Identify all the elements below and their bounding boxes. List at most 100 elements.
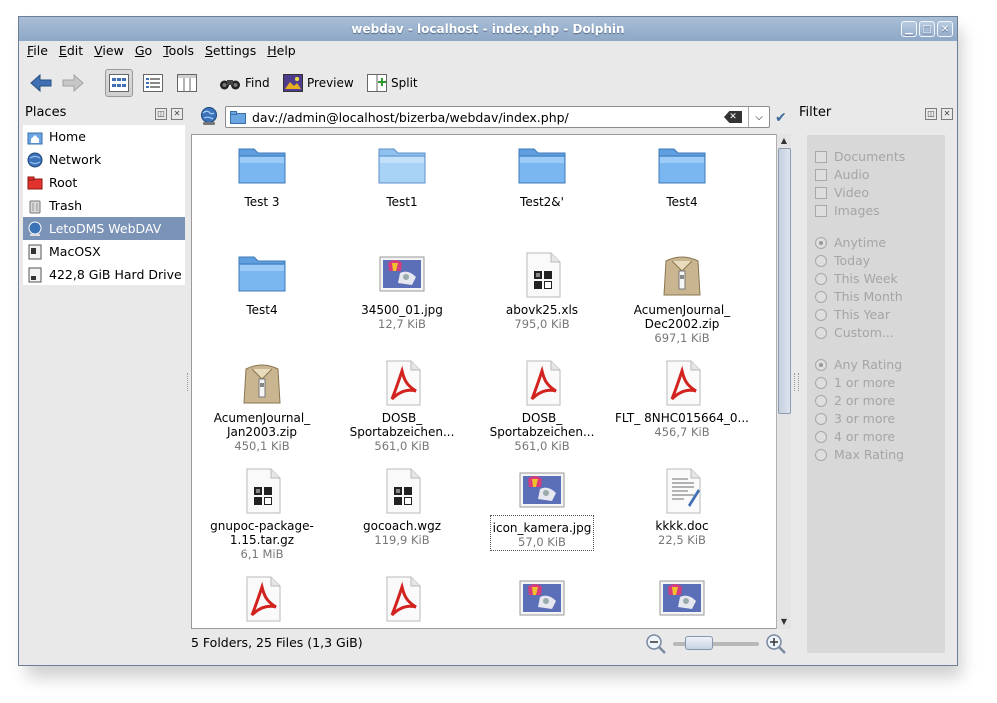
filter-date-this-week[interactable]: This Week — [815, 271, 898, 286]
filter-rating-4-or-more[interactable]: 4 or more — [815, 429, 895, 444]
preview-button[interactable]: Preview — [283, 69, 354, 97]
scroll-up-button[interactable]: ▲ — [777, 134, 791, 148]
filter-title: Filter — [799, 105, 832, 120]
zoom-slider-handle[interactable] — [685, 636, 713, 650]
clear-location-icon[interactable]: ✕ — [724, 111, 742, 123]
scroll-down-button[interactable]: ▼ — [777, 615, 791, 629]
checkbox[interactable] — [815, 150, 827, 163]
filter-date-today[interactable]: Today — [815, 253, 870, 268]
filter-splitter[interactable] — [794, 373, 799, 391]
maximize-button[interactable]: □ — [919, 21, 935, 37]
place-item-network[interactable]: Network — [23, 148, 185, 171]
radio-button[interactable] — [815, 290, 827, 303]
file-item[interactable]: gocoach.wgz 119,9 KiB — [332, 467, 472, 547]
file-name: Test2&' — [520, 195, 564, 209]
radio-button[interactable] — [815, 272, 827, 285]
filter-rating-2-or-more[interactable]: 2 or more — [815, 393, 895, 408]
file-name: kkkk.doc — [655, 519, 709, 533]
checkmark-icon[interactable]: ✔ — [775, 110, 787, 126]
file-item[interactable]: FLT_ 8NHC015664_0... 456,7 KiB — [612, 359, 752, 439]
radio-button[interactable] — [815, 394, 827, 407]
place-item-422-8-gib-hard-drive[interactable]: 422,8 GiB Hard Drive — [23, 263, 185, 286]
menu-file[interactable]: File — [27, 41, 48, 61]
place-item-home[interactable]: Home — [23, 125, 185, 148]
filter-type-images[interactable]: Images — [815, 203, 880, 218]
filter-date-this-month[interactable]: This Month — [815, 289, 903, 304]
menu-help[interactable]: Help — [267, 41, 296, 61]
place-item-macosx[interactable]: MacOSX — [23, 240, 185, 263]
radio-button[interactable] — [815, 448, 827, 461]
menu-tools[interactable]: Tools — [163, 41, 194, 61]
icons-view-button[interactable] — [105, 69, 133, 97]
menu-go[interactable]: Go — [135, 41, 152, 61]
location-dropdown-button[interactable]: ⌵ — [748, 107, 769, 127]
file-item[interactable]: N.VDA-IVE — [332, 575, 472, 628]
split-button[interactable]: Split — [367, 69, 418, 97]
filter-date-anytime[interactable]: Anytime — [815, 235, 886, 250]
filter-type-audio[interactable]: Audio — [815, 167, 870, 182]
folder-item[interactable]: Test2&' — [472, 143, 612, 209]
radio-button[interactable] — [815, 376, 827, 389]
file-item[interactable]: abovk25.xls 795,0 KiB — [472, 251, 612, 331]
zoom-in-icon[interactable] — [765, 633, 787, 655]
file-item[interactable]: paul foto JPG — [612, 575, 752, 628]
menu-edit[interactable]: Edit — [59, 41, 83, 61]
filter-close-button[interactable]: ✕ — [941, 108, 953, 120]
file-item[interactable]: kkkk.doc 22,5 KiB — [612, 467, 752, 547]
place-item-letodms-webdav[interactable]: LetoDMS WebDAV — [23, 217, 185, 240]
file-item[interactable]: DOSB_ Sportabzeichen... 561,0 KiB — [332, 359, 472, 453]
file-item[interactable]: 34500_01.jpg 12,7 KiB — [332, 251, 472, 331]
filter-type-video[interactable]: Video — [815, 185, 869, 200]
radio-button[interactable] — [815, 430, 827, 443]
file-item[interactable]: DOSB_ Sportabzeichen... 561,0 KiB — [472, 359, 612, 453]
vertical-scrollbar[interactable]: ▲ ▼ — [776, 134, 791, 629]
filter-date-this-year[interactable]: This Year — [815, 307, 890, 322]
file-item[interactable]: AcumenJournal_ Jan2003.zip 450,1 KiB — [192, 359, 332, 453]
filter-option-label: Audio — [834, 167, 870, 182]
filter-rating-max-rating[interactable]: Max Rating — [815, 447, 904, 462]
minimize-button[interactable]: ▁ — [901, 21, 917, 37]
folder-item[interactable]: Test4 — [612, 143, 752, 209]
folder-item[interactable]: Test1 — [332, 143, 472, 209]
find-button[interactable]: Find — [219, 69, 270, 97]
zoom-slider[interactable] — [673, 636, 759, 650]
menu-settings[interactable]: Settings — [205, 41, 256, 61]
filter-float-button[interactable]: ◫ — [925, 108, 937, 120]
columns-view-button[interactable] — [173, 69, 201, 97]
forward-button[interactable] — [59, 69, 87, 97]
place-item-trash[interactable]: Trash — [23, 194, 185, 217]
zoom-out-icon[interactable] — [645, 633, 667, 655]
location-path[interactable]: dav://admin@localhost/bizerba/webdav/ind… — [252, 110, 724, 125]
file-item[interactable]: N.VDA-5001 — [192, 575, 332, 628]
radio-button[interactable] — [815, 236, 827, 249]
filter-date-custom[interactable]: Custom... — [815, 325, 894, 340]
radio-button[interactable] — [815, 358, 827, 371]
filter-type-documents[interactable]: Documents — [815, 149, 905, 164]
places-float-button[interactable]: ◫ — [155, 108, 167, 120]
radio-button[interactable] — [815, 254, 827, 267]
file-item[interactable]: AcumenJournal_ Dec2002.zip 697,1 KiB — [612, 251, 752, 345]
folder-item[interactable]: Test 3 — [192, 143, 332, 209]
folder-item[interactable]: Test4 — [192, 251, 332, 317]
scrollbar-thumb[interactable] — [778, 148, 791, 414]
places-close-button[interactable]: ✕ — [171, 108, 183, 120]
file-item[interactable]: gnupoc-package- 1.15.tar.gz 6,1 MiB — [192, 467, 332, 561]
close-button[interactable]: ✕ — [937, 21, 953, 37]
back-button[interactable] — [27, 69, 55, 97]
file-item[interactable]: noth5086.png — [472, 575, 612, 628]
details-view-button[interactable] — [139, 69, 167, 97]
filter-rating-3-or-more[interactable]: 3 or more — [815, 411, 895, 426]
menu-view[interactable]: View — [94, 41, 124, 61]
filter-rating-1-or-more[interactable]: 1 or more — [815, 375, 895, 390]
radio-button[interactable] — [815, 308, 827, 321]
radio-button[interactable] — [815, 412, 827, 425]
radio-button[interactable] — [815, 326, 827, 339]
file-item[interactable]: icon_kamera.jpg 57,0 KiB — [472, 467, 612, 551]
place-item-root[interactable]: Root — [23, 171, 185, 194]
location-bar[interactable]: dav://admin@localhost/bizerba/webdav/ind… — [225, 106, 770, 128]
checkbox[interactable] — [815, 168, 827, 181]
title-bar[interactable]: webdav - localhost - index.php - Dolphin… — [19, 17, 957, 41]
filter-rating-any-rating[interactable]: Any Rating — [815, 357, 902, 372]
checkbox[interactable] — [815, 186, 827, 199]
checkbox[interactable] — [815, 204, 827, 217]
